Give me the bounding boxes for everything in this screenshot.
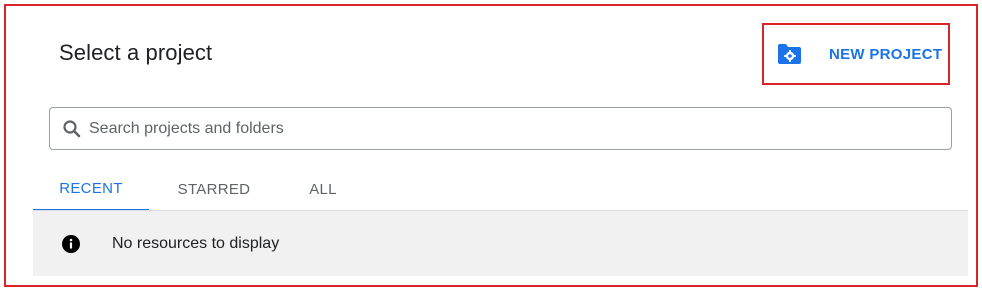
new-project-label: NEW PROJECT [829, 45, 943, 63]
empty-state-panel: No resources to display [33, 211, 968, 276]
tab-starred[interactable]: STARRED [149, 168, 279, 211]
info-icon [61, 234, 81, 254]
empty-state-message: No resources to display [112, 234, 280, 252]
folder-settings-icon [774, 39, 804, 69]
dialog-title: Select a project [59, 40, 213, 65]
tab-recent[interactable]: RECENT [33, 168, 149, 211]
search-input[interactable] [87, 118, 931, 139]
tab-all[interactable]: ALL [279, 168, 367, 211]
new-project-button[interactable]: NEW PROJECT [774, 38, 942, 70]
search-icon [60, 117, 84, 141]
tab-bar: RECENT STARRED ALL [33, 168, 367, 211]
search-box[interactable] [49, 107, 952, 150]
